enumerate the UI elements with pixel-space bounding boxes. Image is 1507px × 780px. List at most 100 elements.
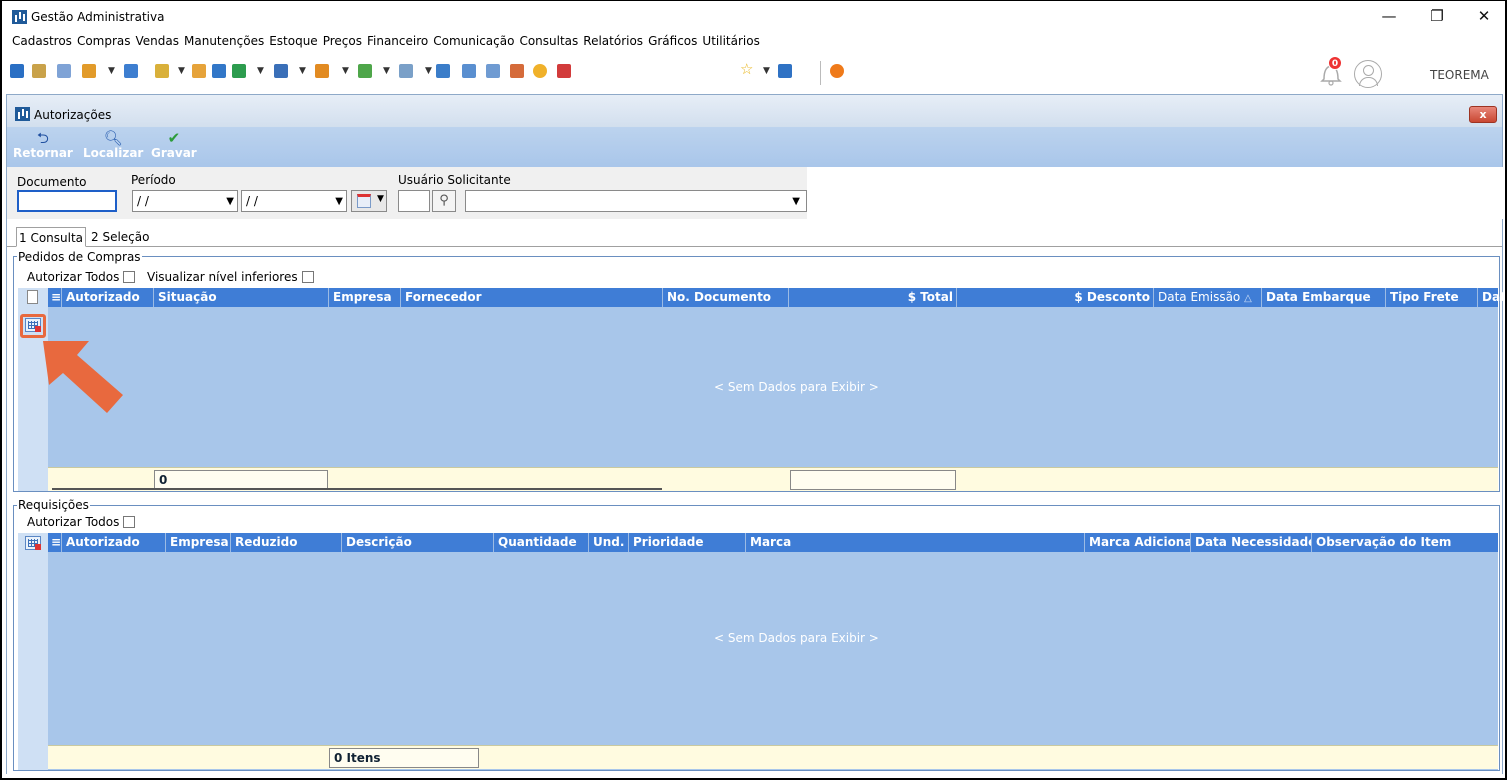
card-icon[interactable] <box>57 64 71 78</box>
horizontal-scrollbar[interactable] <box>52 488 662 490</box>
chart-icon[interactable] <box>557 64 571 78</box>
form-close-button[interactable]: x <box>1469 106 1497 123</box>
usuario-lookup-button[interactable]: ⚲ <box>432 190 456 212</box>
menu-utilitarios[interactable]: Utilitários <box>702 32 764 52</box>
folder-icon[interactable] <box>315 64 329 78</box>
title-bar: Gestão Administrativa — ❐ ✕ <box>2 1 1505 31</box>
col-dat[interactable]: Dat <box>1478 288 1505 307</box>
documento-input[interactable] <box>17 190 117 212</box>
row-menu-icon[interactable]: ≡ <box>48 533 62 552</box>
menu-vendas[interactable]: Vendas <box>136 32 185 52</box>
minimize-button[interactable]: — <box>1369 5 1409 27</box>
chevron-down-icon[interactable]: ▼ <box>763 66 770 76</box>
retornar-button[interactable]: ⮌ Retornar <box>13 129 73 159</box>
document-icon[interactable] <box>124 64 138 78</box>
calendar-icon[interactable] <box>486 64 500 78</box>
requisicoes-autorizar-todos[interactable]: Autorizar Todos <box>27 515 136 529</box>
person-icon[interactable] <box>192 64 206 78</box>
visualizar-checkbox[interactable] <box>301 271 314 283</box>
chevron-down-icon[interactable]: ▼ <box>335 192 343 212</box>
usuario-code-input[interactable] <box>398 190 430 212</box>
col-autorizado[interactable]: Autorizado <box>62 533 166 552</box>
menu-relatorios[interactable]: Relatórios <box>583 32 648 52</box>
menu-cadastros[interactable]: Cadastros <box>12 32 77 52</box>
col-data-emissao[interactable]: Data Emissão △ <box>1154 288 1262 307</box>
menu-graficos[interactable]: Gráficos <box>648 32 702 52</box>
return-icon: ⮌ <box>36 129 49 147</box>
menu-comunicacao[interactable]: Comunicação <box>433 32 519 52</box>
col-und[interactable]: Und. <box>589 533 629 552</box>
new-document-icon[interactable] <box>27 290 38 304</box>
chevron-down-icon[interactable]: ▼ <box>383 66 390 76</box>
menu-estoque[interactable]: Estoque <box>269 32 323 52</box>
child-title-bar: Autorizações x <box>7 95 1502 127</box>
col-fornecedor[interactable]: Fornecedor <box>401 288 663 307</box>
periodo-end-input[interactable]: / / ▼ <box>241 190 347 212</box>
chevron-down-icon[interactable]: ▼ <box>178 66 185 76</box>
folder-icon[interactable] <box>10 64 24 78</box>
pedidos-autorizar-todos[interactable]: Autorizar Todos <box>27 270 136 284</box>
dollar-doc-icon[interactable] <box>212 64 226 78</box>
calculator-icon[interactable] <box>462 64 476 78</box>
clock-icon[interactable] <box>533 64 547 78</box>
report-icon[interactable] <box>436 64 450 78</box>
chevron-down-icon[interactable]: ▼ <box>342 66 349 76</box>
sort-asc-icon: △ <box>1244 293 1252 304</box>
col-data-embarque[interactable]: Data Embarque <box>1262 288 1386 307</box>
col-no-documento[interactable]: No. Documento <box>663 288 789 307</box>
chevron-down-icon[interactable]: ▼ <box>299 66 306 76</box>
power-icon[interactable] <box>830 64 844 78</box>
periodo-start-input[interactable]: / / ▼ <box>132 190 238 212</box>
menu-financeiro[interactable]: Financeiro <box>367 32 433 52</box>
col-empresa[interactable]: Empresa <box>166 533 231 552</box>
tab-consulta[interactable]: 1 Consulta <box>16 227 87 247</box>
cart-icon[interactable] <box>232 64 246 78</box>
col-situacao[interactable]: Situação <box>154 288 329 307</box>
tab-selecao[interactable]: 2 Seleção <box>89 227 151 247</box>
autorizar-todos-checkbox[interactable] <box>123 271 136 283</box>
window-icon[interactable] <box>778 64 792 78</box>
chevron-down-icon[interactable]: ▼ <box>108 66 115 76</box>
money-icon[interactable] <box>358 64 372 78</box>
col-reduzido[interactable]: Reduzido <box>231 533 342 552</box>
user-icon[interactable] <box>1354 60 1382 88</box>
col-observacao-item[interactable]: Observação do Item <box>1312 533 1472 552</box>
localizar-button[interactable]: 🔍︎ Localizar <box>83 129 143 159</box>
chevron-down-icon[interactable]: ▼ <box>257 66 264 76</box>
org-chart-icon[interactable] <box>82 64 96 78</box>
column-chooser-icon[interactable] <box>25 536 41 550</box>
col-empresa[interactable]: Empresa <box>329 288 401 307</box>
chevron-down-icon[interactable]: ▼ <box>792 192 800 212</box>
users-icon[interactable] <box>32 64 46 78</box>
chevron-down-icon[interactable]: ▼ <box>226 192 234 212</box>
row-menu-icon[interactable]: ≡ <box>48 288 62 307</box>
col-autorizado[interactable]: Autorizado <box>62 288 154 307</box>
pedidos-visualizar-inferiores[interactable]: Visualizar nível inferiores <box>147 270 314 284</box>
period-calendar-button[interactable]: ▼ <box>351 190 387 212</box>
printer-icon[interactable] <box>399 64 413 78</box>
close-button[interactable]: ✕ <box>1464 5 1504 27</box>
menu-compras[interactable]: Compras <box>77 32 136 52</box>
col-descricao[interactable]: Descrição <box>342 533 494 552</box>
col-data-necessidade[interactable]: Data Necessidade <box>1191 533 1312 552</box>
star-icon[interactable]: ☆ <box>740 62 754 77</box>
chevron-down-icon[interactable]: ▼ <box>425 66 432 76</box>
col-marca-adicional[interactable]: Marca Adicional <box>1085 533 1191 552</box>
col-quantidade[interactable]: Quantidade <box>494 533 589 552</box>
col-data-emissao-label: Data Emissão <box>1158 290 1241 304</box>
calendar-alert-icon[interactable] <box>510 64 524 78</box>
col-desconto[interactable]: $ Desconto <box>957 288 1154 307</box>
truck-icon[interactable] <box>274 64 288 78</box>
col-prioridade[interactable]: Prioridade <box>629 533 746 552</box>
box-icon[interactable] <box>155 64 169 78</box>
col-marca[interactable]: Marca <box>746 533 1085 552</box>
restore-button[interactable]: ❐ <box>1417 5 1457 27</box>
menu-precos[interactable]: Preços <box>323 32 367 52</box>
autorizar-todos-checkbox[interactable] <box>123 516 136 528</box>
menu-manutencoes[interactable]: Manutenções <box>184 32 269 52</box>
menu-consultas[interactable]: Consultas <box>519 32 583 52</box>
usuario-name-select[interactable]: ▼ <box>465 190 807 212</box>
col-tipo-frete[interactable]: Tipo Frete <box>1386 288 1478 307</box>
gravar-button[interactable]: ✔ Gravar <box>151 129 197 159</box>
col-total[interactable]: $ Total <box>789 288 957 307</box>
